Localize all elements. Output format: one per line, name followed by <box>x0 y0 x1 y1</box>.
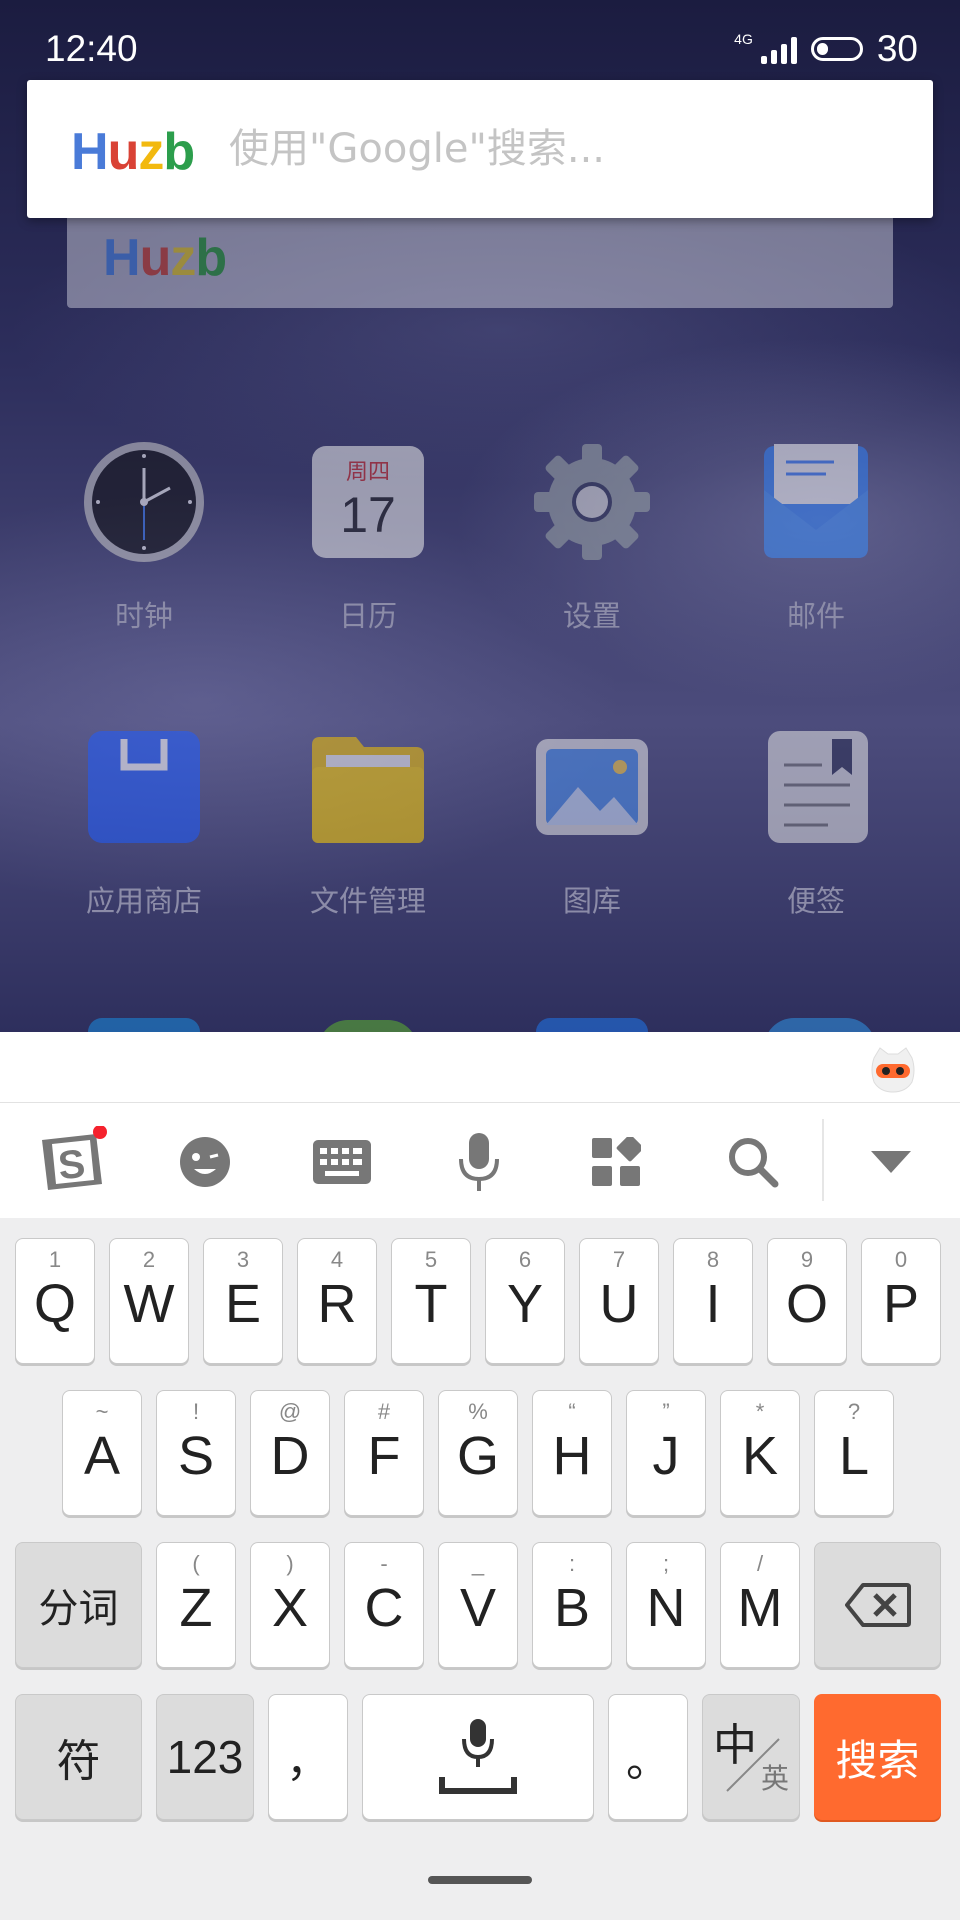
number-key[interactable]: 123 <box>156 1694 254 1820</box>
app-clock[interactable]: 时钟 <box>32 437 256 635</box>
key-o[interactable]: 9O <box>767 1238 847 1364</box>
home-indicator[interactable] <box>428 1876 532 1884</box>
key-l[interactable]: ? L <box>814 1390 894 1516</box>
key-q[interactable]: 1Q <box>15 1238 95 1364</box>
key-v[interactable]: _ V <box>438 1542 518 1668</box>
key-p[interactable]: 0P <box>861 1238 941 1364</box>
calendar-icon: 周四 17 <box>256 437 480 567</box>
key-m[interactable]: / M <box>720 1542 800 1668</box>
gallery-icon <box>480 722 704 852</box>
app-label: 设置 <box>562 599 621 633</box>
calendar-day: 17 <box>340 487 396 543</box>
search-key[interactable]: 搜索 <box>814 1694 941 1820</box>
backspace-icon <box>815 1543 940 1667</box>
period-key[interactable]: 。 <box>608 1694 688 1820</box>
status-time: 12:40 <box>45 28 138 69</box>
language-toggle-key[interactable]: 中 英 <box>702 1694 800 1820</box>
search-input[interactable] <box>227 118 891 180</box>
key-t[interactable]: 5T <box>391 1238 471 1364</box>
mail-icon <box>704 437 928 567</box>
app-label: 便签 <box>786 884 845 918</box>
key-h[interactable]: “H <box>532 1390 612 1516</box>
search-widget-logo: Huzb <box>71 123 195 181</box>
segment-key[interactable]: 分词 <box>15 1542 142 1668</box>
app-label: 邮件 <box>786 599 845 633</box>
app-settings[interactable]: 设置 <box>480 437 704 635</box>
sogou-logo-icon[interactable]: S <box>34 1126 110 1197</box>
key-j[interactable]: ” J <box>626 1390 706 1516</box>
toolbar-divider <box>822 1119 824 1201</box>
emoji-icon[interactable] <box>170 1127 240 1197</box>
svg-text:S: S <box>56 1142 87 1189</box>
key-d[interactable]: @ D <box>250 1390 330 1516</box>
app-label: 应用商店 <box>85 884 202 918</box>
network-type: 4G <box>734 31 753 47</box>
key-n[interactable]: ; N <box>626 1542 706 1668</box>
key-g[interactable]: % G <box>438 1390 518 1516</box>
partial-app-icon <box>536 1018 648 1032</box>
app-gallery[interactable]: 图库 <box>480 722 704 920</box>
signal-icon <box>760 34 797 64</box>
app-mail[interactable]: 邮件 <box>704 437 928 635</box>
microphone-icon[interactable] <box>444 1127 514 1197</box>
app-label: 文件管理 <box>309 884 426 918</box>
status-indicators: 4G 30 <box>734 28 918 70</box>
app-file-manager[interactable]: 文件管理 <box>256 722 480 920</box>
voice-space-icon <box>363 1695 593 1819</box>
keyboard-icon[interactable] <box>307 1127 377 1197</box>
partial-app-icon <box>764 1018 876 1032</box>
backspace-key[interactable] <box>814 1542 941 1668</box>
key-e[interactable]: 3E <box>203 1238 283 1364</box>
app-calendar[interactable]: 周四 17 日历 <box>256 437 480 635</box>
search-widget: Huzb <box>27 80 933 218</box>
background-search-widget: Huzb <box>67 212 893 308</box>
calendar-weekday: 周四 <box>345 459 390 484</box>
app-store-icon <box>32 722 256 852</box>
clock-icon <box>32 437 256 567</box>
partial-app-icon <box>318 1020 418 1032</box>
notes-icon <box>704 722 928 852</box>
battery-icon <box>810 37 863 61</box>
app-label: 时钟 <box>114 599 173 633</box>
key-x[interactable]: ) X <box>250 1542 330 1668</box>
key-u[interactable]: 7U <box>579 1238 659 1364</box>
apps-grid-icon[interactable] <box>581 1127 651 1197</box>
mascot-icon[interactable] <box>868 1044 918 1094</box>
app-label: 日历 <box>338 599 397 633</box>
keyboard-toolbar: S <box>0 1103 960 1218</box>
key-b[interactable]: :B <box>532 1542 612 1668</box>
space-key[interactable] <box>362 1694 594 1820</box>
home-screen: Huzb 时钟 周四 17 日历 设置 邮件 应用商店 文件管理 图库 便签 1… <box>0 0 960 1032</box>
key-a[interactable]: ~ A <box>62 1390 142 1516</box>
search-icon[interactable] <box>718 1127 788 1197</box>
key-r[interactable]: 4R <box>297 1238 377 1364</box>
app-notes[interactable]: 便签 <box>704 722 928 920</box>
status-bar: 12:40 4G 30 <box>0 0 960 80</box>
key-f[interactable]: # F <box>344 1390 424 1516</box>
symbol-key[interactable]: 符 <box>15 1694 142 1820</box>
key-i[interactable]: 8I <box>673 1238 753 1364</box>
app-app-store[interactable]: 应用商店 <box>32 722 256 920</box>
key-c[interactable]: -C <box>344 1542 424 1668</box>
collapse-icon[interactable] <box>856 1127 926 1197</box>
keyboard-candidate-bar <box>0 1032 960 1103</box>
keyboard: 1Q 2W 3E 4R 5T 6Y 7U 8I 9O 0P ~ A ! S @ D #… <box>0 1218 960 1920</box>
key-s[interactable]: ! S <box>156 1390 236 1516</box>
key-k[interactable]: * K <box>720 1390 800 1516</box>
settings-gear-icon <box>480 437 704 567</box>
folder-icon <box>256 722 480 852</box>
key-w[interactable]: 2W <box>109 1238 189 1364</box>
key-z[interactable]: (Z <box>156 1542 236 1668</box>
partial-app-icon <box>88 1018 200 1032</box>
comma-key[interactable]: ， <box>268 1694 348 1820</box>
key-y[interactable]: 6Y <box>485 1238 565 1364</box>
background-widget-logo: Huzb <box>103 229 227 287</box>
app-label: 图库 <box>562 884 621 918</box>
battery-level: 30 <box>876 28 918 69</box>
